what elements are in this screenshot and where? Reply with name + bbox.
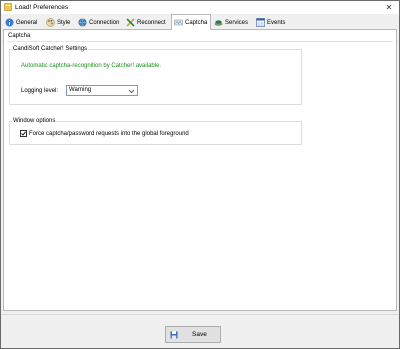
events-icon xyxy=(256,18,265,27)
tab-style[interactable]: Style xyxy=(44,16,75,29)
panel-title: Captcha xyxy=(8,33,31,39)
close-button[interactable]: ✕ xyxy=(379,1,399,14)
force-foreground-label: Force captcha/password requests into the… xyxy=(29,130,189,137)
save-button[interactable]: Save xyxy=(165,326,221,343)
tab-label: General xyxy=(16,19,38,26)
tab-captcha[interactable]: Captcha xyxy=(171,14,211,30)
window-group-title: Window options xyxy=(12,118,57,124)
window-title: Load! Preferences xyxy=(15,4,69,11)
captcha-icon xyxy=(174,19,183,26)
tab-label: Connection xyxy=(89,19,120,26)
logging-level-select[interactable]: Warning xyxy=(66,85,138,96)
tab-label: Style xyxy=(57,19,71,26)
services-icon xyxy=(214,20,223,26)
checkmark-icon xyxy=(21,131,26,136)
catcher-info-text: Automatic captcha-recognition by Catcher… xyxy=(21,63,162,69)
palette-icon xyxy=(46,18,55,27)
tab-connection[interactable]: Connection xyxy=(76,16,123,29)
tab-reconnect[interactable]: Reconnect xyxy=(124,16,169,29)
logging-level-value: Warning xyxy=(69,87,92,93)
logging-level-label: Logging level: xyxy=(21,88,59,94)
info-icon xyxy=(5,18,14,27)
save-label: Save xyxy=(192,331,207,338)
preferences-window: Load! Preferences ✕ General Style Connec… xyxy=(0,0,400,349)
globe-icon xyxy=(78,18,87,27)
tab-strip: General Style Connection Reconnect Captc… xyxy=(1,14,399,30)
title-bar: Load! Preferences ✕ xyxy=(1,1,399,14)
force-foreground-checkbox[interactable] xyxy=(20,130,27,137)
floppy-disk-icon xyxy=(170,331,178,338)
catcher-settings-group: CandiSoft Catcher! Settings Automatic ca… xyxy=(9,46,302,105)
footer-divider xyxy=(1,314,399,315)
tab-general[interactable]: General xyxy=(3,16,43,29)
chevron-down-icon xyxy=(128,89,135,94)
panel-divider xyxy=(7,41,393,42)
tab-label: Reconnect xyxy=(137,19,166,26)
reconnect-icon xyxy=(126,18,135,27)
captcha-panel: Captcha CandiSoft Catcher! Settings Auto… xyxy=(3,29,397,311)
tab-label: Services xyxy=(225,19,249,26)
app-icon xyxy=(4,3,12,11)
catcher-group-title: CandiSoft Catcher! Settings xyxy=(12,46,89,52)
tab-label: Events xyxy=(267,19,286,26)
window-options-group: Window options Force captcha/password re… xyxy=(9,118,302,145)
tab-events[interactable]: Events xyxy=(254,16,290,29)
tab-services[interactable]: Services xyxy=(212,16,253,29)
force-foreground-option[interactable]: Force captcha/password requests into the… xyxy=(20,130,189,137)
tab-label: Captcha xyxy=(185,19,208,26)
